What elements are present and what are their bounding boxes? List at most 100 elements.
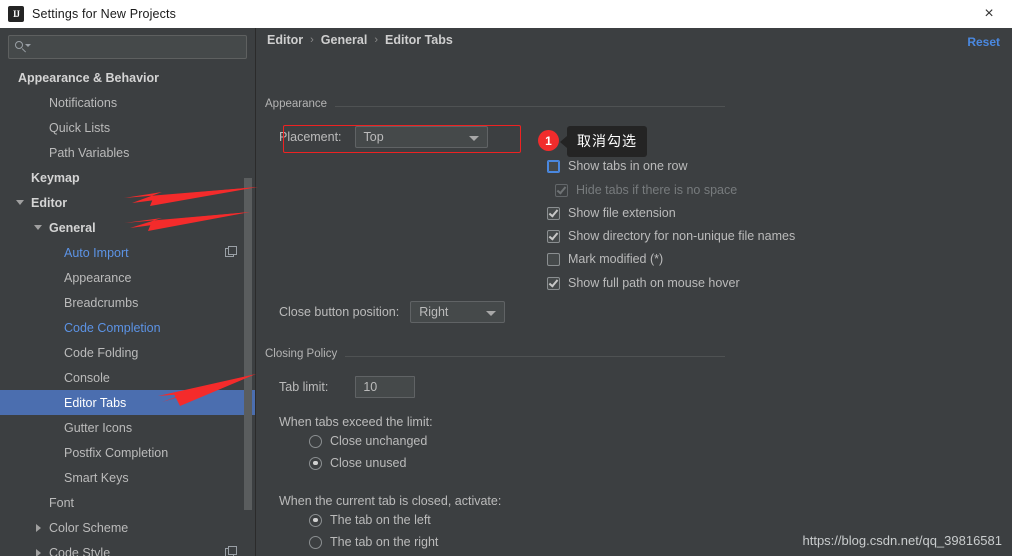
sidebar-item-label: Notifications [49, 95, 118, 110]
window-titlebar: IJ Settings for New Projects × [0, 0, 1012, 28]
close-icon[interactable]: × [966, 0, 1012, 28]
checkbox-show-directory-for-non-unique-file-names[interactable]: Show directory for non-unique file names [547, 229, 795, 243]
sidebar-item-code-completion[interactable]: Code Completion [0, 315, 255, 340]
sidebar-item-code-style[interactable]: Code Style [0, 540, 255, 556]
checkbox-show-tabs-in-one-row[interactable]: Show tabs in one row [547, 159, 688, 173]
checkbox-label: Hide tabs if there is no space [576, 183, 738, 197]
breadcrumb-separator: › [374, 34, 379, 46]
placement-value: Top [363, 130, 384, 144]
sidebar-item-gutter-icons[interactable]: Gutter Icons [0, 415, 255, 440]
sidebar-item-appearance[interactable]: Appearance [0, 265, 255, 290]
sidebar-item-label: Code Completion [64, 320, 161, 335]
radio-label: The tab on the left [330, 513, 431, 527]
sidebar-item-appearance-behavior[interactable]: Appearance & Behavior [0, 65, 255, 90]
sidebar-item-label: Gutter Icons [64, 420, 133, 435]
sidebar-item-code-folding[interactable]: Code Folding [0, 340, 255, 365]
close-button-position-label: Close button position: [279, 305, 400, 319]
sidebar-item-auto-import[interactable]: Auto Import [0, 240, 255, 265]
tab-limit-input[interactable]: 10 [355, 376, 416, 398]
checkbox-label: Show directory for non-unique file names [568, 229, 796, 243]
activate-label: When the current tab is closed, activate… [279, 494, 502, 508]
checkbox-show-full-path-on-mouse-hover[interactable]: Show full path on mouse hover [547, 276, 740, 290]
placement-row: Placement: Top [279, 126, 488, 148]
sidebar-item-console[interactable]: Console [0, 365, 255, 390]
sidebar-scrollbar[interactable] [244, 178, 252, 510]
sidebar-item-smart-keys[interactable]: Smart Keys [0, 465, 255, 490]
sidebar-item-quick-lists[interactable]: Quick Lists [0, 115, 255, 140]
checkbox-icon[interactable] [547, 159, 560, 173]
sidebar-item-notifications[interactable]: Notifications [0, 90, 255, 115]
sidebar-item-breadcrumbs[interactable]: Breadcrumbs [0, 290, 255, 315]
checkbox-icon[interactable] [547, 229, 560, 243]
sidebar-item-path-variables[interactable]: Path Variables [0, 140, 255, 165]
checkbox-icon[interactable] [547, 276, 560, 290]
settings-tree: Appearance & Behavior Notifications Quick … [0, 65, 255, 556]
breadcrumb-separator: › [310, 34, 314, 46]
sidebar-item-label: Code Folding [64, 345, 139, 360]
radio-icon[interactable] [309, 535, 322, 549]
sidebar-item-editor[interactable]: Editor [0, 190, 255, 215]
sidebar-item-label: Postfix Completion [64, 445, 169, 460]
sidebar-item-keymap[interactable]: Keymap [0, 165, 255, 190]
reset-link[interactable]: Reset [967, 35, 1000, 49]
checkbox-mark-modified[interactable]: Mark modified (*) [547, 252, 663, 266]
chevron-down-icon[interactable] [32, 222, 44, 234]
checkbox-show-file-extension[interactable]: Show file extension [547, 206, 676, 220]
sidebar-item-color-scheme[interactable]: Color Scheme [0, 515, 255, 540]
sidebar-item-general[interactable]: General [0, 215, 255, 240]
checkbox-hide-tabs-if-there-is-no-space: Hide tabs if there is no space [555, 183, 737, 197]
breadcrumb-item[interactable]: Editor Tabs [385, 33, 453, 47]
sidebar-item-label: Keymap [31, 170, 80, 185]
sidebar-item-editor-tabs[interactable]: Editor Tabs [0, 390, 255, 415]
chevron-right-icon[interactable] [32, 547, 44, 556]
sidebar-item-label: Console [64, 370, 110, 385]
radio-icon[interactable] [309, 513, 322, 527]
radio-label: The tab on the right [330, 535, 439, 549]
search-icon [15, 40, 31, 54]
breadcrumb-item[interactable]: Editor [267, 33, 303, 47]
radio-icon[interactable] [309, 456, 322, 470]
close-button-position-dropdown[interactable]: Right [410, 301, 506, 323]
copy-icon[interactable] [225, 546, 238, 556]
sidebar-item-label: Code Style [49, 545, 111, 556]
sidebar-item-label: General [49, 220, 96, 235]
placement-dropdown[interactable]: Top [354, 126, 488, 148]
radio-close-unchanged[interactable]: Close unchanged [309, 434, 427, 448]
placement-label: Placement: [279, 130, 342, 144]
annotation-tooltip: 取消勾选 [560, 126, 647, 157]
checkbox-icon[interactable] [547, 206, 560, 220]
radio-the-tab-on-the-left[interactable]: The tab on the left [309, 513, 431, 527]
chevron-right-icon[interactable] [32, 522, 44, 534]
annotation-badge: 1 [538, 130, 559, 151]
search-area [0, 28, 255, 65]
settings-dialog: IJ Settings for New Projects × Appearanc… [0, 0, 1012, 556]
sidebar-item-font[interactable]: Font [0, 490, 255, 515]
search-box[interactable] [8, 35, 247, 59]
settings-main-panel: Editor › General › Editor Tabs Reset Appeara… [257, 28, 1012, 556]
close-button-position-value: Right [419, 305, 449, 319]
search-input[interactable] [29, 40, 240, 54]
sidebar-item-label: Auto Import [64, 245, 129, 260]
breadcrumb-item[interactable]: General [321, 33, 368, 47]
settings-sidebar: Appearance & Behavior Notifications Quick … [0, 28, 256, 556]
radio-close-unused[interactable]: Close unused [309, 456, 406, 470]
appearance-group-rule [335, 106, 725, 107]
watermark: https://blog.csdn.net/qq_39816581 [802, 533, 1003, 548]
sidebar-item-label: Path Variables [49, 145, 130, 160]
chevron-down-icon[interactable] [14, 197, 26, 209]
checkbox-icon[interactable] [547, 252, 560, 266]
sidebar-item-label: Editor Tabs [64, 395, 127, 410]
chevron-down-icon [486, 311, 497, 316]
sidebar-item-postfix-completion[interactable]: Postfix Completion [0, 440, 255, 465]
radio-label: Close unchanged [330, 434, 428, 448]
radio-icon[interactable] [309, 434, 322, 448]
sidebar-item-label: Breadcrumbs [64, 295, 139, 310]
sidebar-item-label: Font [49, 495, 75, 510]
radio-the-tab-on-the-right[interactable]: The tab on the right [309, 535, 438, 549]
sidebar-item-label: Appearance [64, 270, 132, 285]
sidebar-item-label: Color Scheme [49, 520, 129, 535]
closing-policy-group-title: Closing Policy [265, 348, 344, 360]
closing-policy-group-rule [345, 356, 725, 357]
copy-icon[interactable] [225, 246, 238, 259]
intellij-idea-icon: IJ [8, 6, 24, 22]
